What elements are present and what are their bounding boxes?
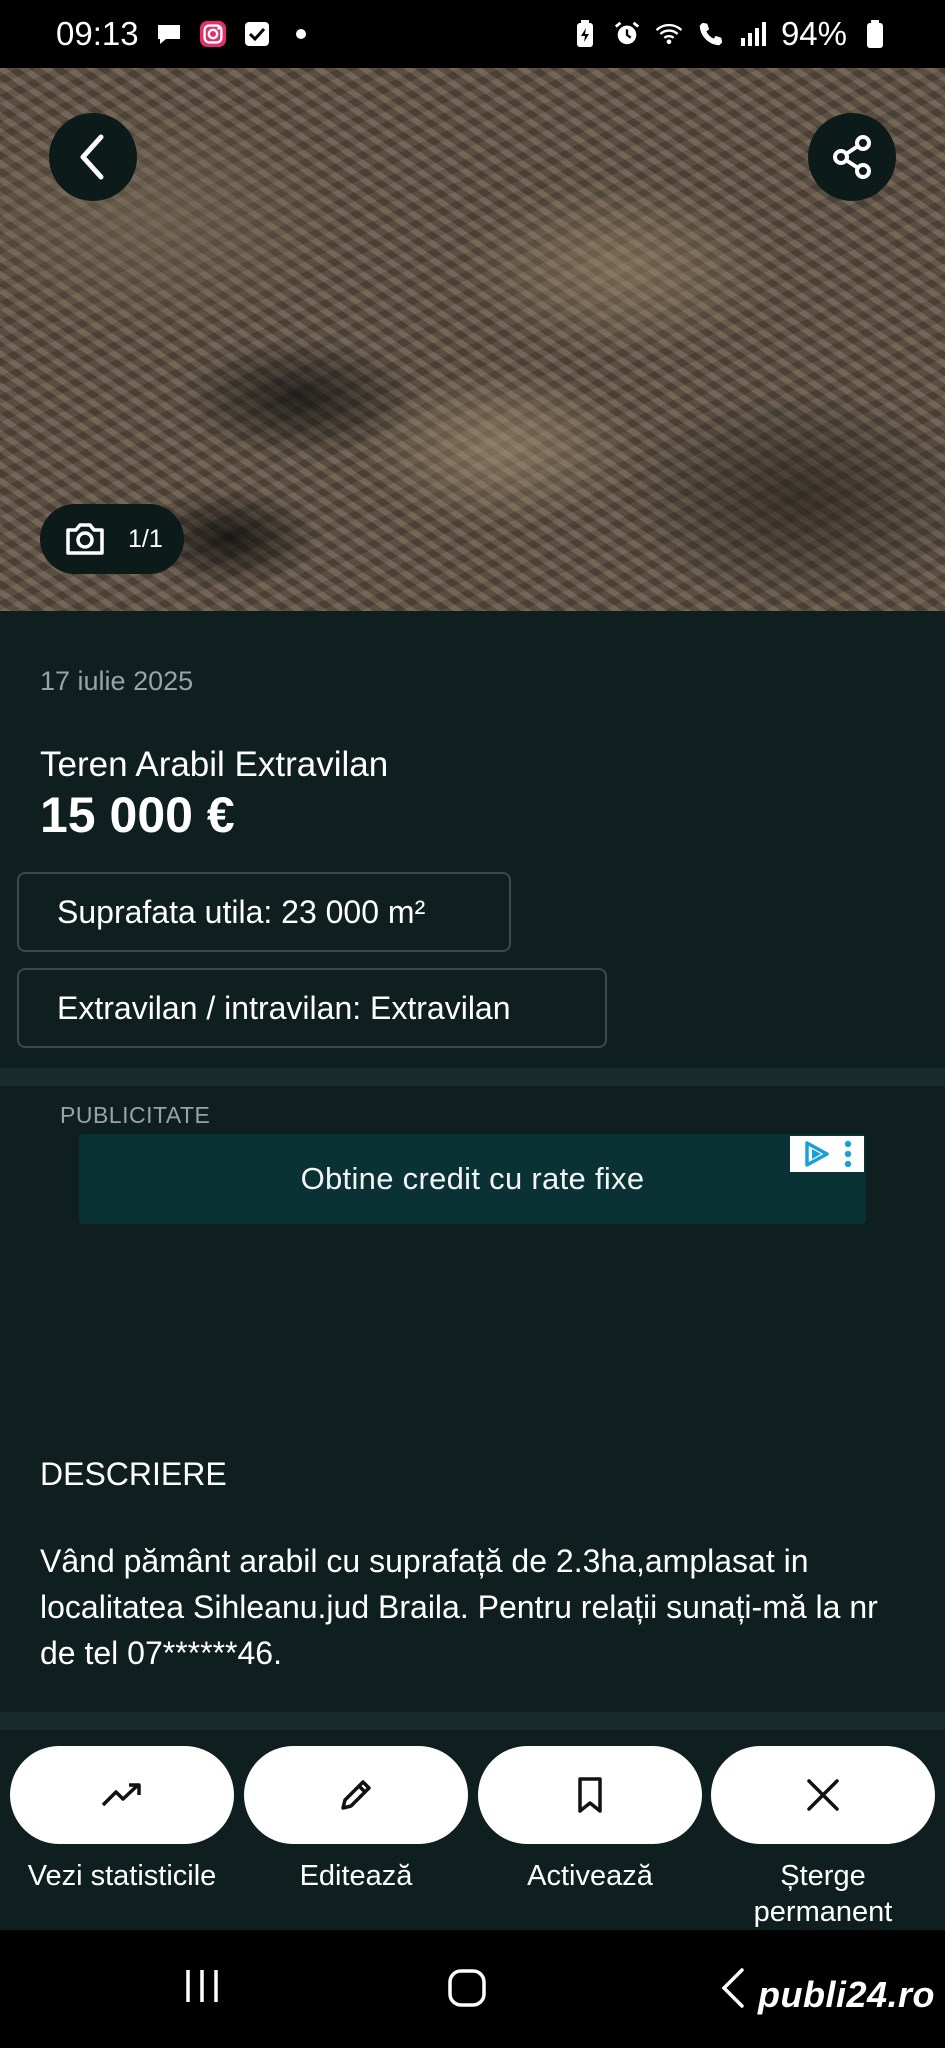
view-stats-label: Vezi statisticile bbox=[27, 1860, 217, 1892]
listing-page: 09:13 94% 1/1 17 iulie 2025 Teren Arabil… bbox=[0, 0, 945, 2048]
status-time: 09:13 bbox=[56, 15, 139, 52]
more-vertical-icon bbox=[844, 1140, 851, 1168]
battery-icon bbox=[861, 20, 889, 48]
battery-percentage: 94% bbox=[780, 15, 847, 52]
watermark: publi24.ro bbox=[757, 1974, 935, 2015]
wifi-icon bbox=[655, 20, 683, 48]
back-icon bbox=[721, 1968, 744, 2008]
share-button[interactable] bbox=[808, 113, 896, 201]
delete-action[interactable]: Șterge permanent bbox=[711, 1746, 935, 1930]
alarm-icon bbox=[613, 20, 641, 48]
back-button[interactable] bbox=[49, 113, 137, 201]
battery-saver-icon bbox=[571, 20, 599, 48]
activate-action[interactable]: Activează bbox=[478, 1746, 702, 1894]
ad-text: Obtine credit cu rate fixe bbox=[300, 1161, 645, 1196]
system-back-button[interactable] bbox=[718, 1966, 748, 2010]
edit-button[interactable] bbox=[244, 1746, 468, 1844]
listing-title: Teren Arabil Extravilan bbox=[40, 745, 389, 784]
photo-counter[interactable]: 1/1 bbox=[40, 504, 184, 574]
view-stats-button[interactable] bbox=[10, 1746, 234, 1844]
pencil-icon bbox=[341, 1780, 371, 1810]
edit-action[interactable]: Editează bbox=[244, 1746, 468, 1894]
chevron-left-icon bbox=[80, 134, 104, 180]
home-button[interactable] bbox=[445, 1966, 489, 2010]
attribute-chip-zone: Extravilan / intravilan: Extravilan bbox=[17, 968, 607, 1048]
listing-price: 15 000 € bbox=[40, 787, 235, 843]
action-bar: Vezi statisticile Editează Activează Ște… bbox=[0, 1730, 945, 1930]
chat-icon bbox=[155, 20, 183, 48]
recent-apps-icon bbox=[186, 1970, 218, 2002]
attribute-text: Extravilan / intravilan: Extravilan bbox=[57, 989, 511, 1026]
ad-choices-button[interactable] bbox=[790, 1136, 864, 1172]
delete-button[interactable] bbox=[711, 1746, 935, 1844]
section-divider bbox=[0, 1068, 945, 1086]
ad-label: PUBLICITATE bbox=[60, 1102, 211, 1128]
activate-label: Activează bbox=[527, 1860, 653, 1892]
attribute-chip-area: Suprafata utila: 23 000 m² bbox=[17, 872, 511, 952]
camera-icon bbox=[66, 523, 104, 555]
description-heading: DESCRIERE bbox=[40, 1456, 227, 1492]
trending-up-icon bbox=[101, 1783, 141, 1807]
description-text: Vând pământ arabil cu suprafață de 2.3ha… bbox=[40, 1543, 878, 1671]
listing-date: 17 iulie 2025 bbox=[40, 666, 194, 696]
recent-apps-button[interactable] bbox=[180, 1966, 224, 2006]
home-icon bbox=[448, 1969, 486, 2007]
attribute-text: Suprafata utila: 23 000 m² bbox=[57, 893, 426, 930]
ad-choices-icon bbox=[805, 1141, 830, 1167]
dot-icon bbox=[287, 20, 315, 48]
status-bar: 09:13 94% bbox=[0, 0, 945, 68]
instagram-icon bbox=[199, 20, 227, 48]
wifi-call-icon bbox=[697, 20, 725, 48]
delete-label: Șterge permanent bbox=[753, 1860, 893, 1928]
bookmark-icon bbox=[578, 1777, 602, 1813]
edit-label: Editează bbox=[299, 1860, 413, 1892]
stats-action[interactable]: Vezi statisticile bbox=[10, 1746, 234, 1894]
activate-button[interactable] bbox=[478, 1746, 702, 1844]
photo-counter-text: 1/1 bbox=[128, 524, 163, 553]
ad-banner[interactable]: Obtine credit cu rate fixe bbox=[79, 1134, 866, 1224]
listing-photo[interactable]: 1/1 bbox=[0, 68, 945, 611]
section-divider bbox=[0, 1712, 945, 1730]
check-icon bbox=[243, 20, 271, 48]
signal-icon bbox=[739, 20, 767, 48]
close-icon bbox=[807, 1779, 839, 1811]
share-icon bbox=[833, 135, 871, 179]
system-nav-bar: publi24.ro bbox=[0, 1930, 945, 2048]
